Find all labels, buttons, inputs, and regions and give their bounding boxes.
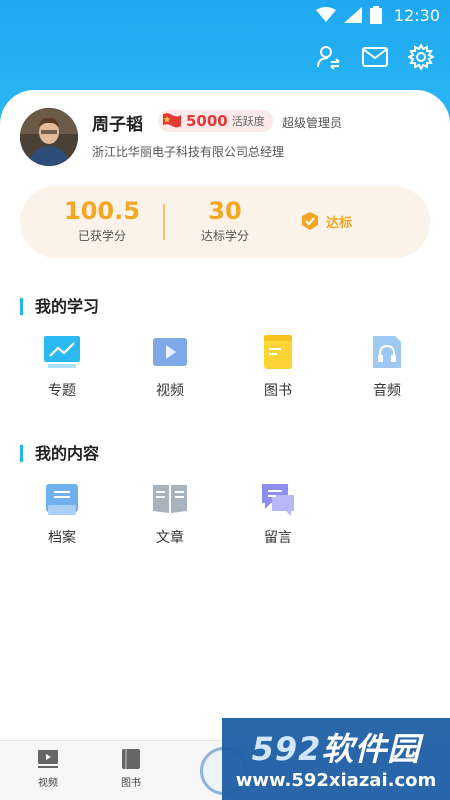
- earned-credits-value: 100.5: [64, 197, 140, 225]
- activity-value: 5000: [186, 112, 228, 130]
- settings-button[interactable]: [408, 44, 434, 70]
- user-name: 周子韬: [92, 115, 143, 135]
- content-item-label: 档案: [48, 530, 76, 546]
- topic-icon: [44, 336, 80, 368]
- earned-credits-label: 已获学分: [77, 229, 126, 243]
- activity-label: 活跃度: [231, 115, 265, 128]
- gear-icon: [408, 44, 434, 70]
- content-item-label: 文章: [156, 530, 184, 546]
- avatar[interactable]: [20, 108, 78, 166]
- nav-video-label: 视频: [38, 778, 58, 789]
- content-item-archive[interactable]: 档案: [17, 481, 107, 547]
- watermark-url: www.592xiazai.com: [235, 770, 437, 791]
- user-role: 超级管理员: [282, 116, 343, 130]
- study-item-book[interactable]: 图书: [233, 334, 323, 400]
- earned-credits: 100.5 已获学分: [42, 196, 162, 244]
- archive-icon: [46, 484, 78, 515]
- switch-user-button[interactable]: [316, 44, 342, 70]
- article-icon: [153, 485, 187, 513]
- content-item-label: 留言: [264, 530, 292, 546]
- reach-label: 达标: [326, 215, 353, 231]
- mail-button[interactable]: [362, 44, 388, 70]
- activity-badge: 5000 活跃度: [158, 110, 273, 132]
- audio-icon: [373, 336, 401, 368]
- watermark-logo: 592软件园 www.592xiazai.com: [222, 718, 450, 800]
- study-section-title: 我的学习: [20, 298, 99, 315]
- flag-icon: [163, 113, 181, 128]
- study-item-label: 图书: [264, 383, 292, 399]
- battery-icon: [369, 6, 382, 24]
- main-card: 周子韬 5000 活跃度 超级管理员 浙江比华丽电子科技有限公司总经理 100.…: [0, 90, 450, 740]
- required-credits-value: 30: [208, 197, 242, 225]
- nav-book-label: 图书: [121, 778, 141, 789]
- study-item-label: 音频: [373, 383, 401, 399]
- video-icon: [38, 750, 58, 768]
- wifi-icon: [315, 7, 336, 22]
- content-item-message[interactable]: 留言: [233, 481, 323, 547]
- study-grid: 专题 视频 图书 音频: [0, 334, 450, 414]
- status-time: 12:30: [393, 5, 440, 25]
- nav-video[interactable]: 视频: [18, 747, 78, 789]
- required-credits-label: 达标学分: [200, 229, 249, 243]
- mail-icon: [362, 47, 388, 67]
- watermark-brand-num: 592: [251, 730, 322, 768]
- video-icon: [153, 338, 187, 366]
- study-item-topic[interactable]: 专题: [17, 334, 107, 400]
- study-item-audio[interactable]: 音频: [342, 334, 432, 400]
- study-item-label: 视频: [156, 383, 184, 399]
- status-bar: 12:30: [0, 0, 450, 30]
- book-icon: [122, 749, 140, 769]
- content-section-title: 我的内容: [20, 445, 99, 462]
- user-switch-icon: [317, 46, 340, 70]
- study-item-label: 专题: [48, 383, 76, 399]
- header-actions: [316, 44, 434, 70]
- message-icon: [262, 484, 294, 516]
- profile-header: 周子韬 5000 活跃度 超级管理员 浙江比华丽电子科技有限公司总经理: [20, 108, 440, 168]
- score-panel: 100.5 已获学分 30 达标学分 达标: [20, 186, 430, 258]
- required-credits: 30 达标学分: [165, 196, 285, 244]
- check-shield-icon: [302, 212, 318, 230]
- book-icon: [264, 335, 292, 369]
- watermark-brand-text: 软件园: [321, 730, 421, 768]
- content-item-article[interactable]: 文章: [125, 481, 215, 547]
- reach-status: 达标: [300, 211, 352, 231]
- signal-icon: [343, 7, 362, 23]
- user-company: 浙江比华丽电子科技有限公司总经理: [92, 145, 285, 159]
- nav-book[interactable]: 图书: [101, 747, 161, 789]
- content-grid: 档案 文章 留言: [0, 481, 450, 561]
- study-item-video[interactable]: 视频: [125, 334, 215, 400]
- watermark-brand: 592软件园: [222, 724, 450, 770]
